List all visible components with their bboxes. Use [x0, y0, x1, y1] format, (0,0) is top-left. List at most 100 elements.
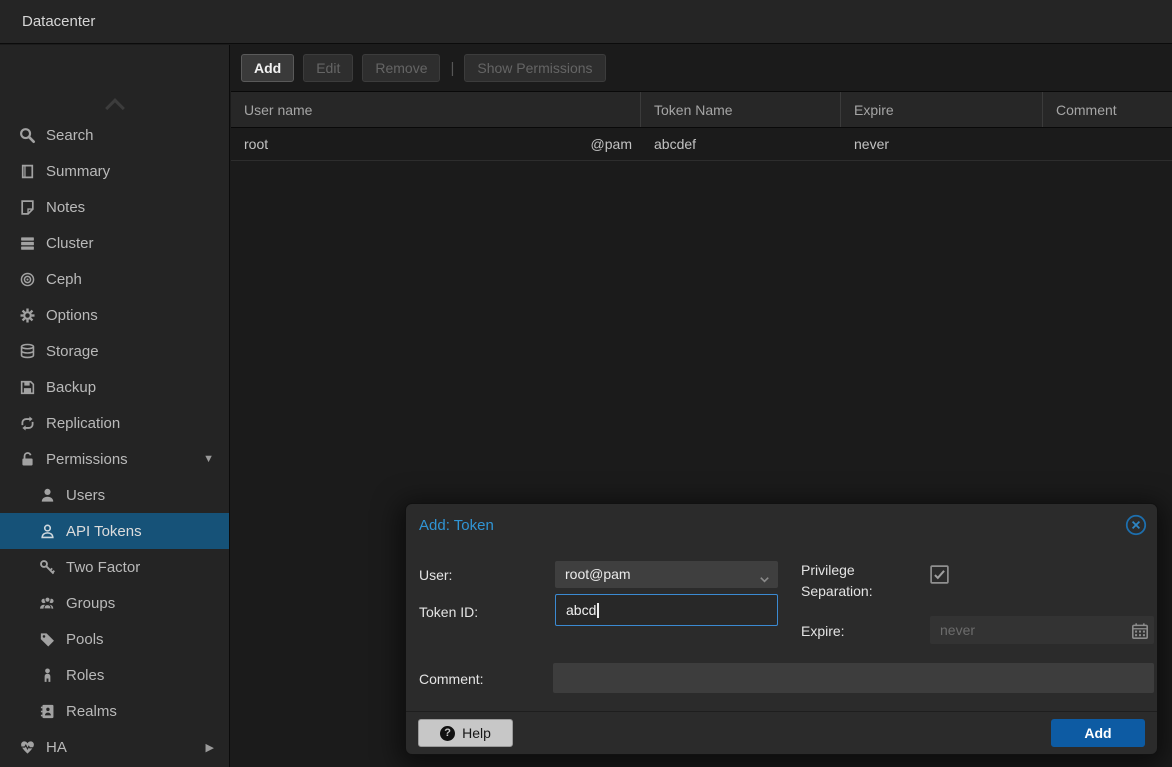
database-icon — [17, 343, 37, 360]
sidebar-item-label: Groups — [66, 595, 115, 612]
cell-user-name: root@pam — [231, 128, 641, 160]
sidebar-item-search[interactable]: Search — [0, 117, 229, 153]
token-id-input[interactable]: abcd — [555, 594, 778, 626]
privilege-separation-label: Privilege Separation: — [801, 560, 915, 602]
sidebar-scroll-up[interactable] — [0, 95, 229, 115]
users-icon — [37, 595, 57, 612]
expire-input: never — [930, 616, 1154, 644]
sidebar-item-options[interactable]: Options — [0, 297, 229, 333]
sidebar-item-label: HA — [46, 739, 67, 756]
cell-token-name: abcdef — [641, 128, 841, 160]
calendar-icon — [1131, 621, 1149, 649]
edit-button: Edit — [303, 54, 353, 82]
help-button[interactable]: ? Help — [418, 719, 513, 747]
sidebar-item-api-tokens[interactable]: API Tokens — [0, 513, 229, 549]
comment-field-label: Comment: — [419, 671, 484, 687]
unlock-icon — [17, 451, 37, 468]
text-cursor — [597, 603, 599, 618]
sidebar-item-label: API Tokens — [66, 523, 142, 540]
cell-expire: never — [841, 128, 1043, 160]
sidebar-item-label: Backup — [46, 379, 96, 396]
table-row[interactable]: root@pamabcdefnever — [231, 128, 1172, 161]
token-id-value: abcd — [566, 602, 596, 618]
sidebar-item-label: Ceph — [46, 271, 82, 288]
comment-input[interactable] — [553, 663, 1154, 693]
sidebar-item-label: Permissions — [46, 451, 128, 468]
chevron-down-icon[interactable] — [758, 568, 771, 595]
sidebar-item-backup[interactable]: Backup — [0, 369, 229, 405]
caret-right-icon: ▶ — [206, 741, 214, 754]
sidebar-item-label: Replication — [46, 415, 120, 432]
sidebar-item-summary[interactable]: Summary — [0, 153, 229, 189]
sidebar-item-ceph[interactable]: Ceph — [0, 261, 229, 297]
question-circle-icon: ? — [440, 726, 455, 741]
dialog-add-button[interactable]: Add — [1051, 719, 1145, 747]
expire-placeholder: never — [940, 622, 975, 638]
user-icon — [37, 487, 57, 504]
cell-comment — [1043, 128, 1172, 160]
expire-field-label: Expire: — [801, 623, 845, 639]
column-header-token-name[interactable]: Token Name — [641, 92, 841, 127]
sidebar-item-label: Storage — [46, 343, 99, 360]
book-icon — [17, 163, 37, 180]
search-icon — [17, 127, 37, 144]
page-title: Datacenter — [0, 13, 95, 30]
show-permissions-button: Show Permissions — [464, 54, 605, 82]
sidebar-item-roles[interactable]: Roles — [0, 657, 229, 693]
sidebar-item-label: Search — [46, 127, 94, 144]
sidebar: Search Summary Notes Cluster Ceph Options Stor… — [0, 45, 230, 767]
sidebar-item-notes[interactable]: Notes — [0, 189, 229, 225]
sidebar-item-label: Users — [66, 487, 105, 504]
sidebar-item-label: Pools — [66, 631, 104, 648]
sidebar-item-label: Options — [46, 307, 98, 324]
sidebar-item-realms[interactable]: Realms — [0, 693, 229, 729]
privilege-separation-checkbox[interactable] — [930, 565, 949, 584]
toolbar: Add Edit Remove | Show Permissions — [231, 45, 1172, 92]
column-header-comment[interactable]: Comment — [1043, 92, 1172, 127]
add-token-dialog: Add: Token User: root@pam Privilege Sepa… — [405, 503, 1158, 755]
ceph-icon — [17, 271, 37, 288]
user-field-label: User: — [419, 567, 452, 583]
add-button[interactable]: Add — [241, 54, 294, 82]
note-icon — [17, 199, 37, 216]
sidebar-item-label: Notes — [46, 199, 85, 216]
sidebar-item-two-factor[interactable]: Two Factor — [0, 549, 229, 585]
app-header: Datacenter — [0, 0, 1172, 44]
realm-value: @pam — [591, 136, 632, 152]
sidebar-item-cluster[interactable]: Cluster — [0, 225, 229, 261]
sidebar-item-label: Realms — [66, 703, 117, 720]
dialog-add-label: Add — [1084, 725, 1111, 741]
server-stack-icon — [17, 235, 37, 252]
close-icon[interactable] — [1125, 514, 1147, 536]
toolbar-separator: | — [450, 60, 454, 77]
dialog-footer: ? Help Add — [406, 711, 1157, 754]
column-header-user-name[interactable]: User name — [231, 92, 641, 127]
proxmox-datacenter-screen: Datacenter Search Summary Notes Cluster Ceph… — [0, 0, 1172, 767]
table-body: root@pamabcdefnever — [231, 128, 1172, 161]
person-icon — [37, 667, 57, 684]
column-header-expire[interactable]: Expire — [841, 92, 1043, 127]
gear-icon — [17, 307, 37, 324]
sidebar-item-ha[interactable]: HA ▶ — [0, 729, 229, 765]
chevron-up-icon — [105, 98, 125, 118]
sidebar-item-pools[interactable]: Pools — [0, 621, 229, 657]
user-combobox-value: root@pam — [565, 566, 631, 582]
sidebar-item-permissions[interactable]: Permissions ▼ — [0, 441, 229, 477]
help-button-label: Help — [462, 725, 491, 741]
sidebar-item-label: Two Factor — [66, 559, 140, 576]
token-id-field-label: Token ID: — [419, 604, 478, 620]
sidebar-item-label: Cluster — [46, 235, 94, 252]
key-icon — [37, 559, 57, 576]
floppy-icon — [17, 379, 37, 396]
user-outline-icon — [37, 523, 57, 540]
tag-icon — [37, 631, 57, 648]
sidebar-item-users[interactable]: Users — [0, 477, 229, 513]
caret-down-icon: ▼ — [203, 453, 214, 465]
sidebar-item-groups[interactable]: Groups — [0, 585, 229, 621]
sync-arrows-icon — [17, 415, 37, 432]
remove-button: Remove — [362, 54, 440, 82]
sidebar-item-replication[interactable]: Replication — [0, 405, 229, 441]
sidebar-item-storage[interactable]: Storage — [0, 333, 229, 369]
sidebar-item-label: Roles — [66, 667, 104, 684]
user-combobox[interactable]: root@pam — [555, 561, 778, 588]
